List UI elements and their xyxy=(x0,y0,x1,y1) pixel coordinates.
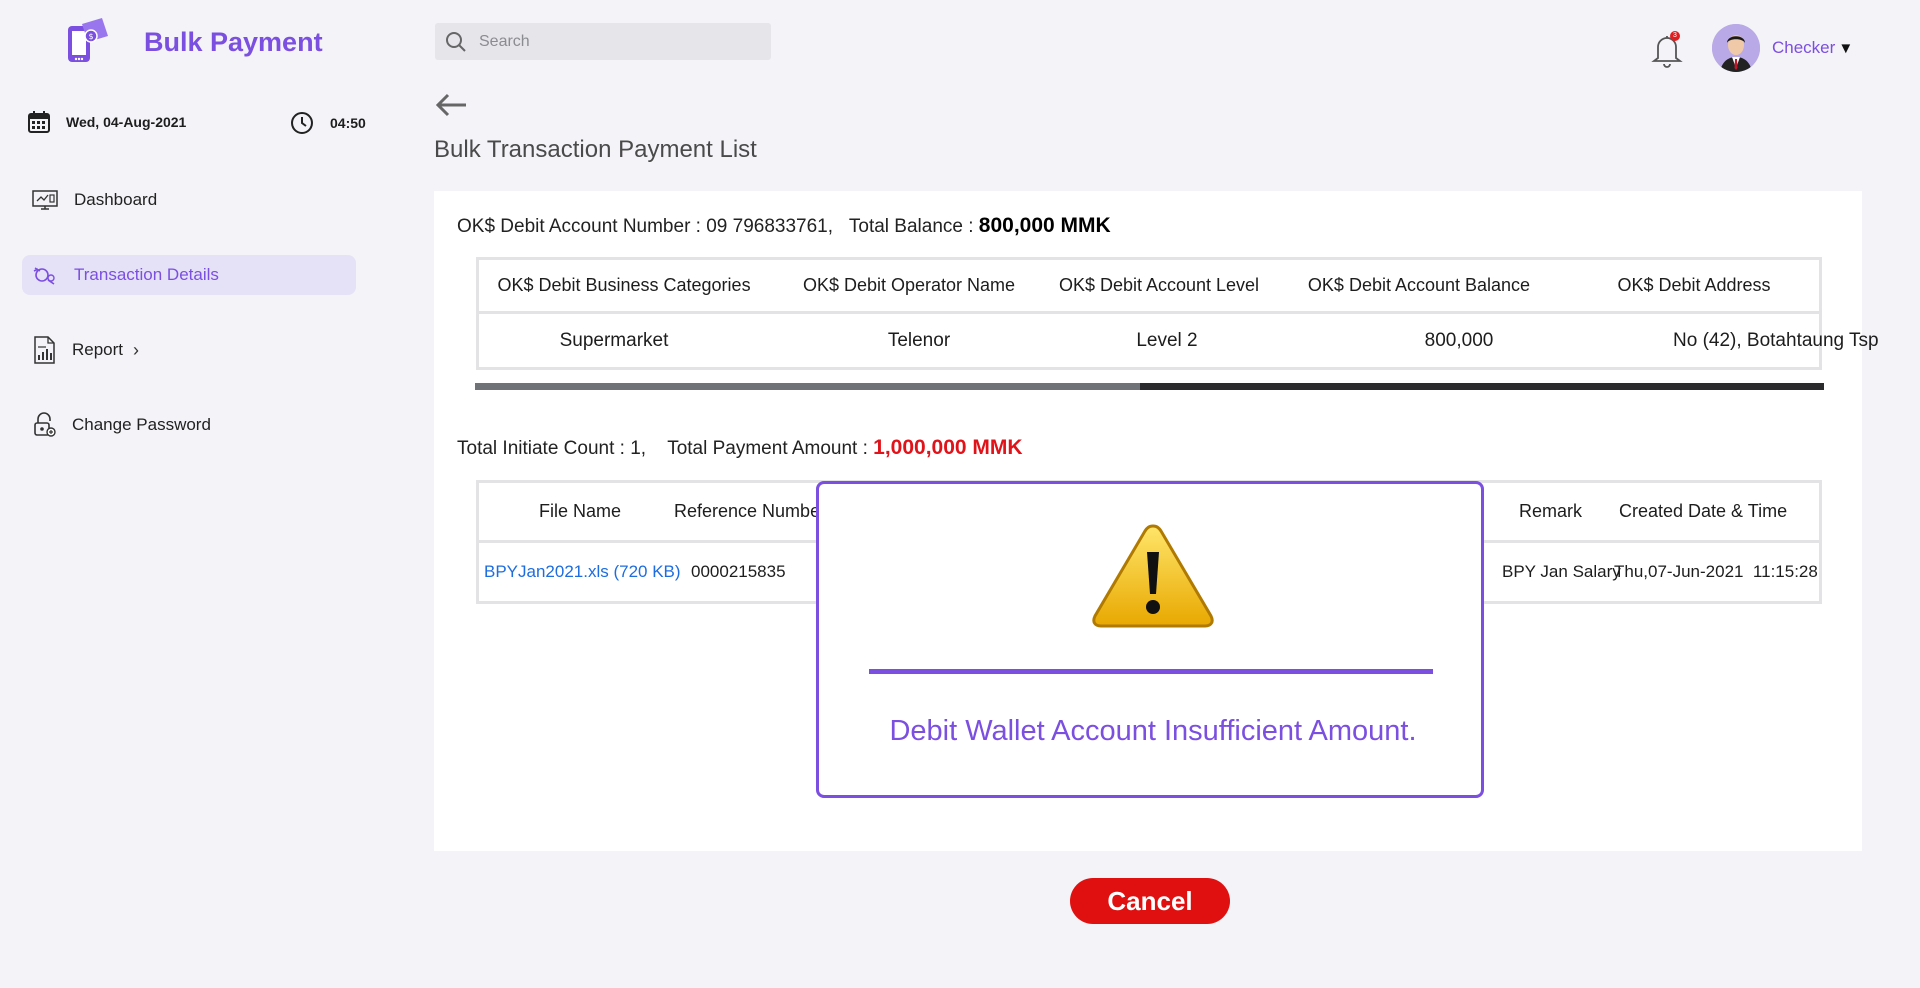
user-name: Checker xyxy=(1772,38,1836,57)
warning-icon xyxy=(1092,524,1214,628)
column-header: OK$ Debit Address xyxy=(1617,275,1771,295)
horizontal-scrollbar[interactable] xyxy=(475,383,1824,390)
report-icon xyxy=(34,336,55,364)
sidebar-item-label: Dashboard xyxy=(74,190,158,209)
sidebar-item-label: Report xyxy=(72,340,124,359)
table-cell: No (42), Botahtaung Tsp xyxy=(1673,329,1879,351)
table-header-row: OK$ Debit Business Categories OK$ Debit … xyxy=(479,260,1819,314)
time-display: 04:50 xyxy=(290,111,366,135)
column-header: Reference Numbe xyxy=(674,501,821,521)
file-name-link[interactable]: BPYJan2021.xls (720 KB) xyxy=(484,562,681,582)
scrollbar-thumb[interactable] xyxy=(475,383,1140,390)
account-summary: OK$ Debit Account Number : 09 796833761,… xyxy=(457,214,1111,238)
column-header: OK$ Debit Business Categories xyxy=(497,275,751,295)
current-time: 04:50 xyxy=(330,115,366,131)
page-title: Bulk Transaction Payment List xyxy=(434,136,757,163)
sidebar-item-report[interactable]: Report › xyxy=(22,330,356,370)
cancel-button[interactable]: Cancel xyxy=(1070,878,1230,924)
total-balance: 800,000 MMK xyxy=(978,214,1111,237)
search-box[interactable] xyxy=(435,23,771,60)
balance-label: Total Balance : xyxy=(848,216,979,237)
column-header: File Name xyxy=(539,501,622,521)
calendar-icon xyxy=(28,111,50,133)
account-number-label: OK$ Debit Account Number : xyxy=(457,216,707,237)
dashboard-icon xyxy=(32,190,58,210)
caret-down-icon: ▼ xyxy=(1838,39,1854,57)
sidebar-item-change-password[interactable]: Change Password xyxy=(22,405,356,445)
notification-badge: 3 xyxy=(1670,31,1680,41)
column-header: OK$ Debit Account Level xyxy=(1058,275,1260,295)
date-display: Wed, 04-Aug-2021 xyxy=(28,111,186,133)
account-number: 09 796833761, xyxy=(706,216,834,237)
transaction-icon xyxy=(33,267,55,285)
chevron-right-icon: › xyxy=(133,339,140,360)
table-cell: Level 2 xyxy=(1136,329,1198,351)
lock-icon xyxy=(34,412,56,437)
svg-text:$: $ xyxy=(88,32,93,41)
initiate-count: 1, xyxy=(630,438,647,459)
back-arrow-icon[interactable] xyxy=(434,92,468,118)
column-header: Remark xyxy=(1519,501,1583,521)
table-cell: Telenor xyxy=(887,329,951,351)
count-label: Total Initiate Count : xyxy=(457,438,631,459)
datetime-bar: Wed, 04-Aug-2021 04:50 xyxy=(28,111,368,137)
column-header: Created Date & Time xyxy=(1619,501,1788,521)
created-date-time: Thu,07-Jun-2021 11:15:28 xyxy=(1614,562,1818,581)
table-cell: Supermarket xyxy=(559,329,669,351)
avatar xyxy=(1712,24,1760,72)
table-cell: 800,000 xyxy=(1424,329,1494,351)
current-date: Wed, 04-Aug-2021 xyxy=(66,114,187,130)
amount-label: Total Payment Amount : xyxy=(667,438,874,459)
reference-number: 0000215835 xyxy=(691,562,786,581)
error-message: Debit Wallet Account Insufficient Amount… xyxy=(889,715,1417,747)
account-details-table: OK$ Debit Business Categories OK$ Debit … xyxy=(476,257,1879,370)
brand: $ Bulk Payment xyxy=(64,18,323,66)
table-row: Supermarket Telenor Level 2 800,000 No (… xyxy=(479,314,1879,367)
brand-title: Bulk Payment xyxy=(144,26,323,57)
remark: BPY Jan Salary xyxy=(1502,562,1621,581)
sidebar-item-dashboard[interactable]: Dashboard xyxy=(22,180,356,220)
total-payment-amount: 1,000,000 MMK xyxy=(873,436,1023,459)
payment-totals: Total Initiate Count : 1, Total Payment … xyxy=(457,436,1023,460)
sidebar-item-transaction-details[interactable]: Transaction Details xyxy=(22,255,356,295)
user-menu[interactable]: Checker ▼ xyxy=(1712,24,1853,72)
sidebar: $ Bulk Payment Wed, 04-Aug-2021 04:50 Da… xyxy=(0,0,400,988)
notifications-button[interactable]: 3 xyxy=(1650,30,1684,68)
clock-icon xyxy=(291,112,313,134)
dialog-divider xyxy=(869,669,1433,674)
error-dialog: Debit Wallet Account Insufficient Amount… xyxy=(816,481,1484,798)
wallet-phone-icon: $ xyxy=(68,18,108,62)
search-icon xyxy=(446,31,466,52)
column-header: OK$ Debit Account Balance xyxy=(1307,275,1531,295)
column-header: OK$ Debit Operator Name xyxy=(802,275,1016,295)
search-input[interactable] xyxy=(479,32,749,51)
user-avatar-icon xyxy=(1712,24,1760,72)
sidebar-item-label: Transaction Details xyxy=(74,265,219,284)
sidebar-item-label: Change Password xyxy=(72,415,211,434)
